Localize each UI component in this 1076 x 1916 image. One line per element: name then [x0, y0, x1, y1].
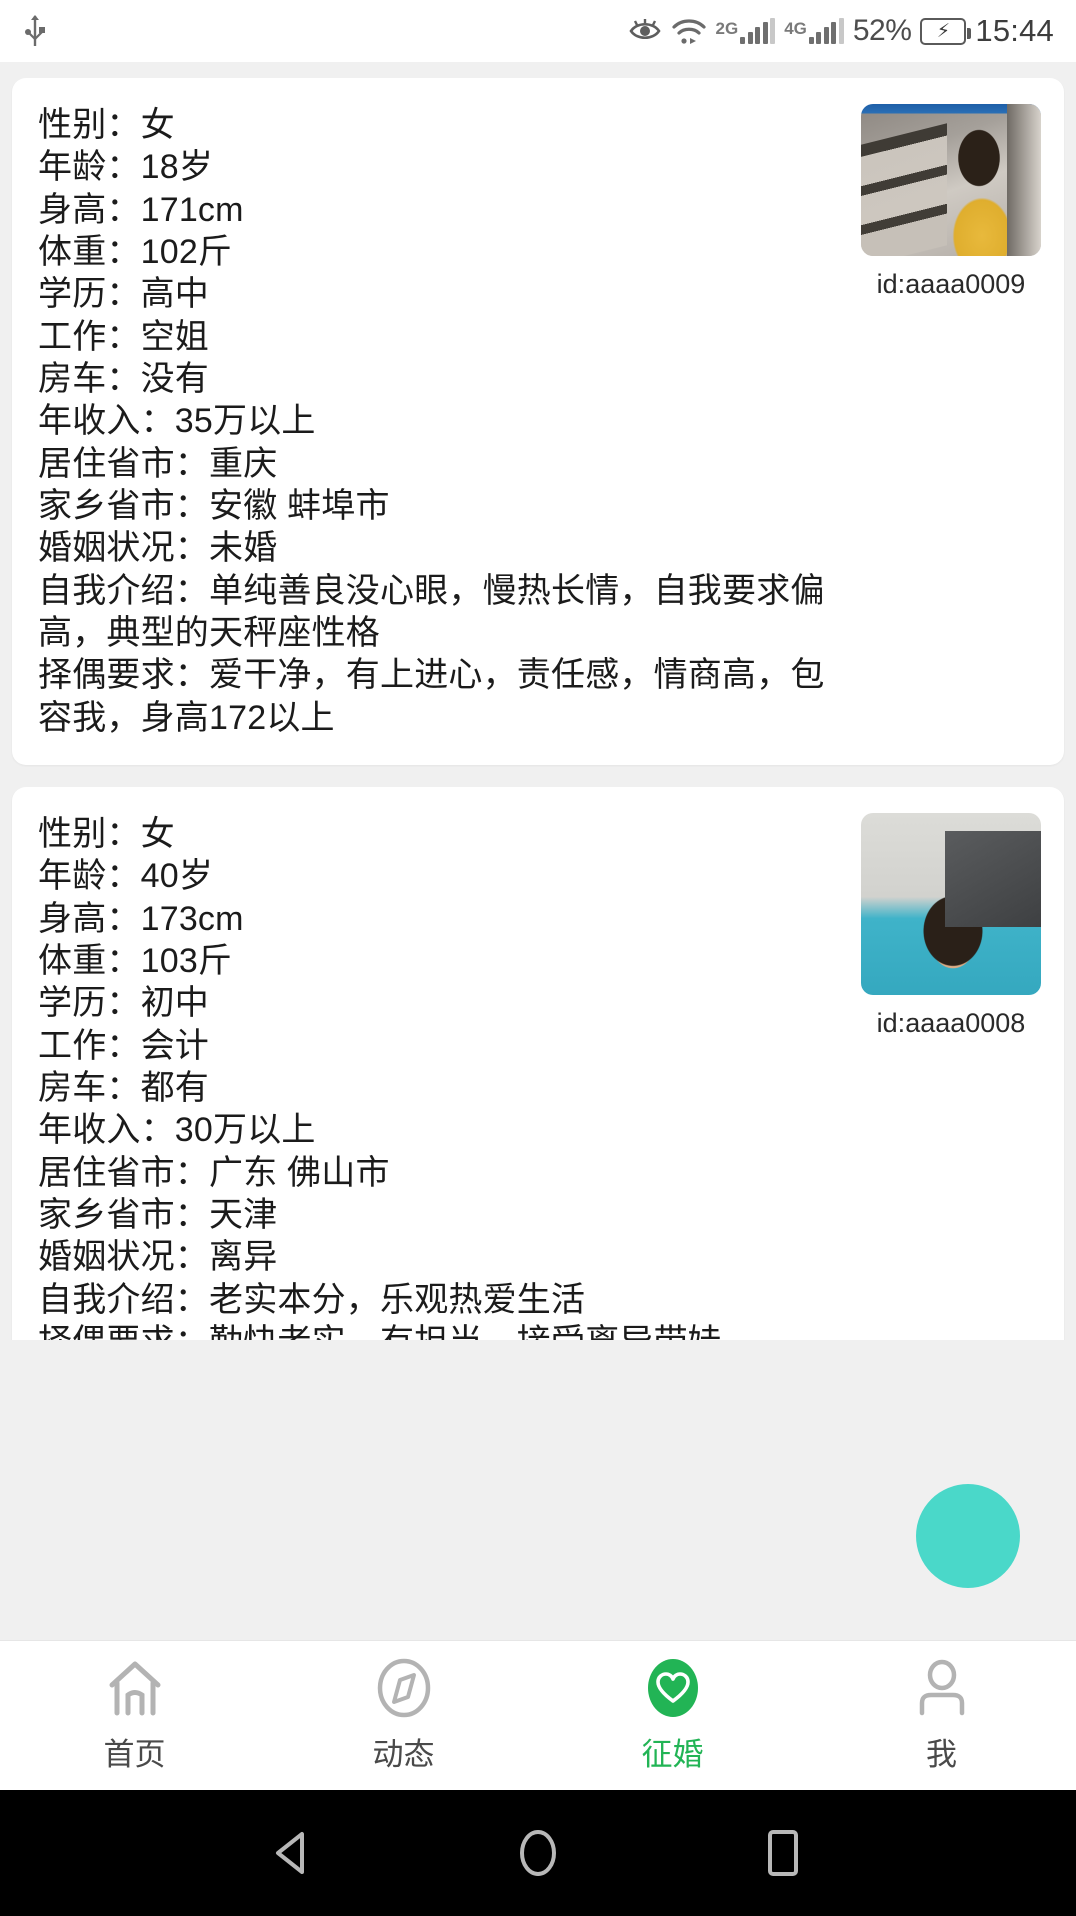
profile-id: id:aaaa0009: [876, 269, 1026, 299]
profile-line: 年收入：35万以上: [38, 402, 316, 441]
profile-line: 体重：103斤: [38, 941, 233, 980]
home-circle-icon[interactable]: [503, 1818, 573, 1888]
profile-line: 居住省市：重庆: [38, 444, 278, 483]
profile-line: 性别：女: [38, 814, 175, 853]
profile-line: 婚姻状况：离异: [38, 1238, 278, 1277]
profile-line: 工作：会计: [38, 1026, 209, 1065]
profile-list[interactable]: 性别：女 年龄：18岁 身高：171cm 体重：102斤 学历：高中 工作：空姐…: [0, 62, 1076, 1340]
person-icon: [911, 1657, 973, 1719]
profile-line: 体重：102斤: [38, 232, 233, 271]
profile-line: 自我介绍：老实本分，乐观热爱生活: [38, 1280, 586, 1319]
profile-id: id:aaaa0008: [876, 1007, 1026, 1038]
status-bar-left: [22, 14, 48, 48]
profile-line: 学历：高中: [38, 275, 209, 314]
profile-line: 身高：171cm: [38, 190, 244, 229]
profile-card[interactable]: 性别：女 年龄：18岁 身高：171cm 体重：102斤 学历：高中 工作：空姐…: [12, 78, 1064, 765]
profile-line: 家乡省市：天津: [38, 1195, 278, 1234]
profile-photo[interactable]: [861, 812, 1041, 995]
signal-sim1: 2G: [716, 18, 776, 44]
profile-line: 居住省市：广东 佛山市: [38, 1153, 390, 1192]
profile-line: 年收入：30万以上: [38, 1111, 316, 1150]
tab-home[interactable]: 首页: [0, 1657, 269, 1774]
tab-dynamic-label: 动态: [372, 1737, 435, 1772]
profile-line: 年龄：40岁: [38, 857, 214, 896]
profile-line: 房车：都有: [38, 1068, 209, 1107]
battery-charging-icon: ⚡: [920, 17, 972, 45]
profile-line: 性别：女: [38, 106, 175, 144]
profile-line: 择偶要求：爱干净，有上进心，责任感，情商高，包容我，身高172以上: [38, 656, 825, 737]
status-bar: 2G 4G 52% ⚡ 15:44: [0, 0, 1076, 62]
profile-line: 自我介绍：单纯善良没心眼，慢热长情，自我要求偏高，典型的天秤座性格: [38, 571, 825, 652]
add-profile-fab[interactable]: [916, 1484, 1020, 1588]
sim2-network-label: 4G: [784, 19, 807, 38]
profile-line: 年龄：18岁: [38, 148, 214, 187]
tab-marriage-label: 征婚: [641, 1737, 704, 1772]
app-root: 2G 4G 52% ⚡ 15:44 性别：女 年龄：18岁 身高：171cm 体…: [0, 0, 1076, 1916]
tab-home-label: 首页: [103, 1737, 166, 1772]
photo-stairs-shape: [861, 123, 947, 256]
android-navigation-bar: [0, 1790, 1076, 1916]
sim1-network-label: 2G: [715, 19, 739, 38]
status-bar-right: 2G 4G 52% ⚡ 15:44: [628, 13, 1055, 49]
status-bar-clock: 15:44: [975, 13, 1054, 48]
photo-wall-shape: [1007, 104, 1041, 256]
tab-me-label: 我: [926, 1737, 957, 1772]
profile-details: 性别：女 年龄：18岁 身高：171cm 体重：102斤 学历：高中 工作：空姐…: [38, 104, 858, 739]
bottom-tab-bar: 首页 动态 征婚 我: [0, 1640, 1076, 1790]
profile-line: 家乡省市：安徽 蚌埠市: [38, 486, 390, 525]
home-icon: [104, 1657, 166, 1719]
profile-line: 身高：173cm: [38, 899, 244, 938]
profile-line: 房车：没有: [38, 359, 209, 398]
compass-icon: [373, 1657, 435, 1719]
usb-icon: [22, 14, 48, 48]
signal-sim2: 4G: [784, 18, 844, 44]
eye-comfort-icon: [628, 18, 662, 44]
sim2-bars: [808, 18, 844, 44]
tab-me[interactable]: 我: [807, 1657, 1076, 1774]
heart-icon: [642, 1657, 704, 1719]
recents-square-icon[interactable]: [748, 1818, 818, 1888]
profile-card[interactable]: 性别：女 年龄：40岁 身高：173cm 体重：103斤 学历：初中 工作：会计…: [12, 786, 1064, 1340]
battery-percent: 52%: [852, 14, 912, 47]
sim1-bars: [740, 18, 776, 44]
profile-photo[interactable]: [861, 104, 1041, 256]
profile-line: 婚姻状况：未婚: [38, 529, 278, 568]
profile-photo-block[interactable]: id:aaaa0008: [858, 812, 1044, 1340]
profile-photo-block[interactable]: id:aaaa0009: [858, 104, 1044, 739]
tab-dynamic[interactable]: 动态: [269, 1657, 538, 1774]
photo-tv-shape: [945, 830, 1041, 927]
profile-line: 工作：空姐: [38, 317, 209, 356]
back-triangle-icon[interactable]: [258, 1818, 328, 1888]
wifi-icon: [671, 17, 707, 45]
profile-line: 择偶要求：勤快老实，有担当，接受离异带娃: [38, 1321, 850, 1340]
tab-marriage[interactable]: 征婚: [538, 1657, 807, 1774]
profile-line: 学历：初中: [38, 984, 209, 1023]
profile-details: 性别：女 年龄：40岁 身高：173cm 体重：103斤 学历：初中 工作：会计…: [38, 813, 858, 1340]
